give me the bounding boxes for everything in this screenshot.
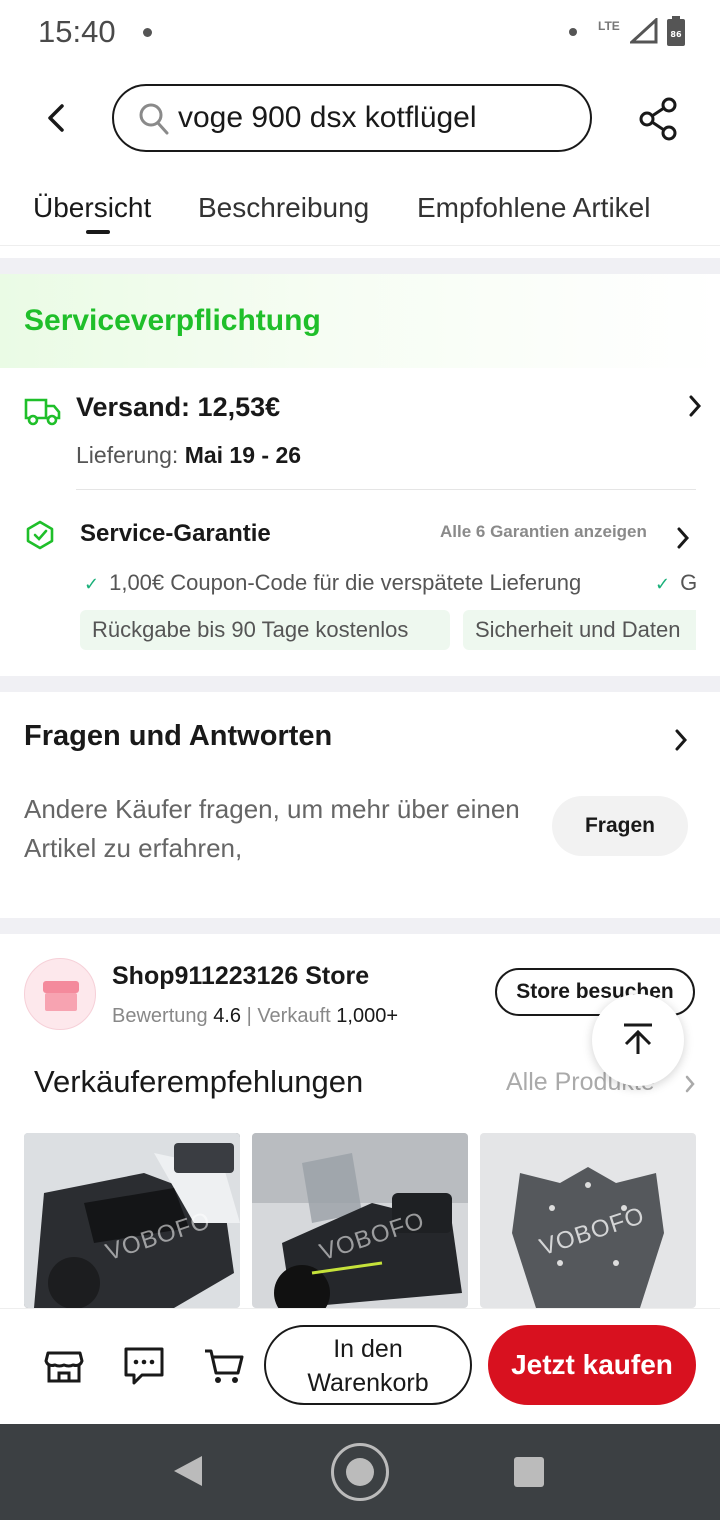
chevron-right-icon[interactable] (676, 526, 690, 550)
sold-value: 1,000+ (336, 1005, 398, 1027)
svg-text:86: 86 (670, 30, 682, 39)
store-icon[interactable] (42, 1343, 86, 1387)
qa-description: Andere Käufer fragen, um mehr über einen… (24, 794, 520, 863)
shield-icon (26, 520, 54, 550)
guarantee-title: Service-Garantie (80, 520, 271, 547)
product-card[interactable]: VOBOFO (24, 1133, 240, 1308)
store-stats: Bewertung 4.6 | Verkauft 1,000+ (112, 1005, 398, 1028)
back-arrow-icon (48, 104, 64, 132)
search-query-text: voge 900 dsx kotflügel (178, 101, 477, 134)
guarantee-item: ✓ 1,00€ Coupon-Code für die verspätete Li… (84, 570, 581, 596)
section-divider (0, 258, 720, 274)
shipping-cost[interactable]: Versand: 12,53€ (76, 392, 280, 423)
share-icon[interactable] (636, 96, 682, 142)
sold-label: | Verkauft (246, 1005, 331, 1027)
scroll-to-top-button[interactable] (592, 994, 684, 1086)
qa-title[interactable]: Fragen und Antworten (24, 720, 332, 753)
section-divider (0, 918, 720, 934)
guarantee-item-text: G (680, 570, 698, 595)
delivery-estimate: Lieferung: Mai 19 - 26 (76, 442, 301, 469)
nav-home-icon[interactable] (331, 1443, 389, 1501)
service-header: Serviceverpflichtung (0, 274, 720, 368)
chevron-right-icon[interactable] (684, 1074, 696, 1094)
guarantee-chip: Rückgabe bis 90 Tage kostenlos (80, 610, 450, 650)
battery-icon: 86 (667, 16, 685, 46)
status-bar: 15:40 LTE 86 (0, 0, 720, 64)
rating-value: 4.6 (213, 1005, 241, 1027)
section-divider (0, 676, 720, 692)
check-icon: ✓ (655, 574, 671, 594)
search-icon (139, 103, 169, 135)
guarantee-item: ✓ G (655, 570, 697, 596)
status-time: 15:40 (38, 14, 116, 49)
guarantee-chip: Sicherheit und Daten (463, 610, 696, 650)
delivery-dates: Mai 19 - 26 (184, 442, 302, 468)
add-to-cart-label: Warenkorb (307, 1369, 429, 1397)
guarantee-item-text: 1,00€ Coupon-Code für die verspätete Lie… (109, 570, 582, 595)
store-icon (43, 981, 79, 1011)
search-input[interactable]: voge 900 dsx kotflügel (112, 84, 592, 152)
store-name[interactable]: Shop911223126 Store (112, 962, 369, 991)
rating-label: Bewertung (112, 1005, 208, 1027)
notification-dot-icon (143, 28, 152, 37)
divider (76, 489, 696, 490)
product-image (252, 1133, 468, 1308)
status-dot-icon (569, 28, 577, 36)
tab-bar: Übersicht Beschreibung Empfohlene Artike… (0, 186, 720, 246)
add-to-cart-label: In den (333, 1335, 403, 1363)
tab-overview[interactable]: Übersicht (33, 192, 151, 224)
signal-icon (630, 18, 658, 44)
tab-active-indicator (86, 230, 110, 234)
tab-recommended[interactable]: Empfohlene Artikel (417, 192, 650, 224)
view-all-guarantees-link[interactable]: Alle 6 Garantien anzeigen (440, 522, 647, 542)
system-nav-bar (0, 1424, 720, 1520)
check-icon: ✓ (84, 574, 100, 594)
nav-back-icon[interactable] (172, 1454, 204, 1488)
service-title: Serviceverpflichtung (24, 304, 321, 337)
product-card[interactable]: VOBOFO (480, 1133, 696, 1308)
ask-question-button[interactable]: Fragen (552, 796, 688, 856)
nav-recents-icon[interactable] (514, 1457, 544, 1487)
chevron-right-icon[interactable] (674, 728, 688, 752)
tab-description[interactable]: Beschreibung (198, 192, 369, 224)
chevron-right-icon[interactable] (688, 394, 702, 418)
bottom-action-bar: In den Warenkorb Jetzt kaufen (0, 1308, 720, 1424)
store-avatar[interactable] (24, 958, 96, 1030)
chat-icon[interactable] (122, 1343, 166, 1387)
delivery-prefix: Lieferung: (76, 442, 179, 468)
arrow-up-icon (624, 1023, 652, 1054)
seller-recommendations-title: Verkäuferempfehlungen (34, 1064, 364, 1099)
back-button[interactable] (36, 96, 76, 140)
product-card[interactable]: VOBOFO (252, 1133, 468, 1308)
buy-now-button[interactable]: Jetzt kaufen (488, 1325, 696, 1405)
network-type: LTE (598, 19, 620, 33)
add-to-cart-button[interactable]: In den Warenkorb (264, 1325, 472, 1405)
truck-icon (24, 398, 61, 426)
cart-icon[interactable] (202, 1343, 246, 1387)
